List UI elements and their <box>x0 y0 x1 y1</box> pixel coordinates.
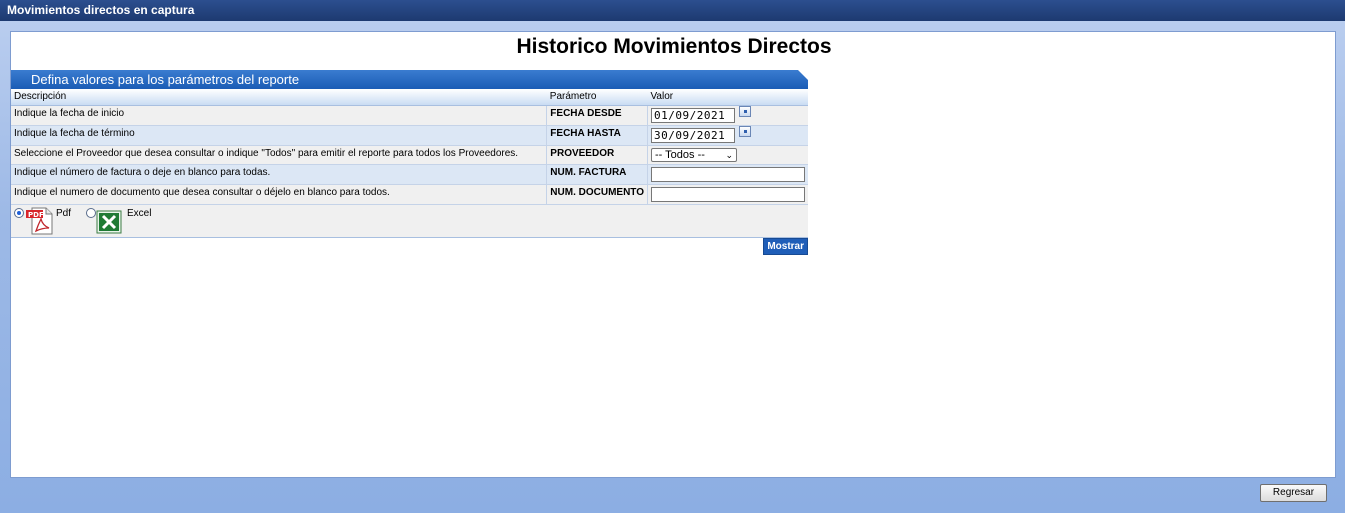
row-description: Indique la fecha de término <box>11 125 548 146</box>
panel-actions: Mostrar <box>11 237 808 256</box>
panel-header-label: Defina valores para los parámetros del r… <box>31 72 300 87</box>
table-row: Seleccione el Proveedor que desea consul… <box>11 145 808 165</box>
column-header-parameter: Parámetro <box>546 89 648 106</box>
window-title: Movimientos directos en captura <box>0 0 1345 21</box>
excel-label: Excel <box>127 207 152 219</box>
panel-corner-decoration <box>798 70 808 80</box>
calendar-icon[interactable] <box>738 105 751 117</box>
parameters-panel: Defina valores para los parámetros del r… <box>11 70 808 256</box>
column-header-value: Valor <box>647 89 808 106</box>
proveedor-select[interactable]: -- Todos -- ⌄ <box>651 147 737 162</box>
calendar-icon[interactable] <box>738 125 751 137</box>
panel-header: Defina valores para los parámetros del r… <box>11 70 808 89</box>
table-row: Indique el numero de documento que desea… <box>11 184 808 205</box>
main-frame: Historico Movimientos Directos Defina va… <box>0 21 1345 513</box>
row-value <box>647 164 808 185</box>
svg-text:PDF: PDF <box>28 211 44 219</box>
row-parameter: NUM. FACTURA <box>546 164 648 185</box>
proveedor-select-value: -- Todos -- <box>655 148 705 161</box>
chevron-down-icon: ⌄ <box>725 149 733 160</box>
row-parameter: FECHA DESDE <box>546 105 648 126</box>
num-documento-input[interactable] <box>651 186 805 202</box>
mostrar-button[interactable]: Mostrar <box>763 237 808 255</box>
row-value <box>647 125 808 146</box>
row-value <box>647 105 808 126</box>
row-description: Indique la fecha de inicio <box>11 105 548 126</box>
row-parameter: PROVEEDOR <box>546 145 648 165</box>
table-row: Indique la fecha de inicio FECHA DESDE <box>11 105 808 126</box>
format-selector: PDF Pdf Excel <box>11 204 808 238</box>
table-row: Indique la fecha de término FECHA HASTA <box>11 125 808 146</box>
excel-file-icon <box>96 210 122 233</box>
row-description: Seleccione el Proveedor que desea consul… <box>11 145 548 165</box>
row-value <box>647 184 808 205</box>
parameters-table: Descripción Parámetro Valor Indique la f… <box>11 89 808 205</box>
page-title: Historico Movimientos Directos <box>516 35 832 58</box>
fecha-desde-input[interactable] <box>651 107 735 123</box>
table-header-row: Descripción Parámetro Valor <box>11 89 808 106</box>
row-parameter: FECHA HASTA <box>546 125 648 146</box>
row-value: -- Todos -- ⌄ <box>647 145 808 165</box>
pdf-label: Pdf <box>56 207 72 219</box>
pdf-file-icon: PDF <box>26 207 53 234</box>
row-description: Indique el número de factura o deje en b… <box>11 164 548 185</box>
row-parameter: NUM. DOCUMENTO <box>546 184 648 205</box>
num-factura-input[interactable] <box>651 166 805 182</box>
regresar-button[interactable]: Regresar <box>1260 484 1327 502</box>
fecha-hasta-input[interactable] <box>651 127 735 143</box>
table-row: Indique el número de factura o deje en b… <box>11 164 808 185</box>
content-area: Historico Movimientos Directos Defina va… <box>10 31 1336 478</box>
column-header-description: Descripción <box>11 89 547 106</box>
row-description: Indique el numero de documento que desea… <box>11 184 548 205</box>
excel-radio[interactable] <box>86 207 96 218</box>
pdf-radio[interactable] <box>14 207 24 218</box>
